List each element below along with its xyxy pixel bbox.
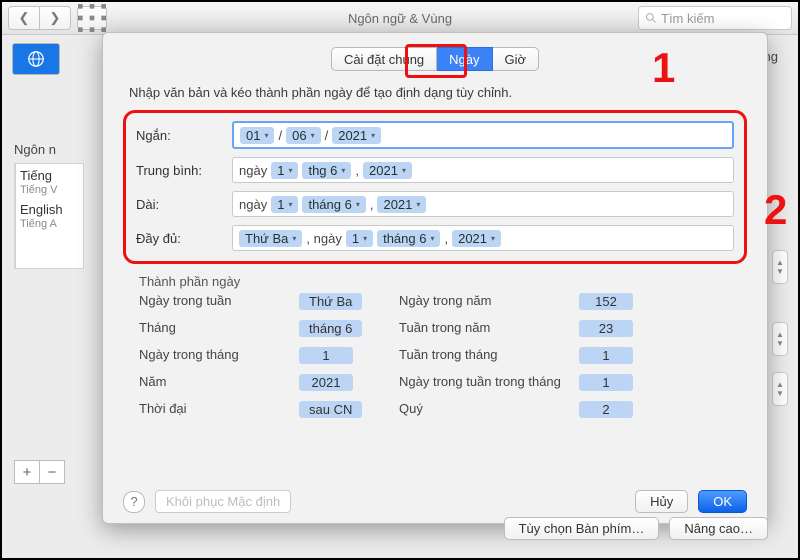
row-label: Ngắn: (136, 128, 222, 143)
format-row-full: Đầy đủ: Thứ Ba▾ , ngày 1▾ tháng 6▾ , 202… (136, 225, 734, 251)
format-rows-highlight: Ngắn: 01▾ / 06▾ / 2021▾ Trung bình: ngày… (123, 110, 747, 264)
component-token[interactable]: 23 (579, 320, 633, 337)
sidebar-title: Ngôn n (14, 142, 84, 157)
component-token[interactable]: 1 (299, 347, 353, 364)
annotation-number: 2 (764, 186, 787, 234)
sheet-footer: ? Khôi phục Mặc định Hủy OK (123, 490, 747, 513)
stepper[interactable]: ▲▼ (772, 250, 788, 284)
add-button[interactable]: + (14, 460, 40, 484)
component-token[interactable]: 1 (579, 374, 633, 391)
components-title: Thành phần ngày (139, 274, 747, 289)
date-token[interactable]: 2021▾ (363, 162, 412, 179)
tab-time[interactable]: Giờ (493, 47, 540, 71)
date-token[interactable]: tháng 6▾ (302, 196, 365, 213)
date-token[interactable]: tháng 6▾ (377, 230, 440, 247)
forward-button[interactable]: ❯ (40, 6, 71, 30)
format-sheet: Cài đặt chung Ngày Giờ Nhập văn bản và k… (102, 32, 768, 524)
list-item-sub: Tiếng A (20, 218, 79, 230)
stepper[interactable]: ▲▼ (772, 322, 788, 356)
date-token[interactable]: 1▾ (271, 162, 298, 179)
sidebar: Ngôn n Tiếng Tiếng V English Tiếng A (14, 142, 84, 269)
date-token[interactable]: 2021▾ (332, 127, 381, 144)
format-field[interactable]: 01▾ / 06▾ / 2021▾ (232, 121, 734, 149)
format-field[interactable]: Thứ Ba▾ , ngày 1▾ tháng 6▾ , 2021▾ (232, 225, 734, 251)
row-label: Dài: (136, 197, 222, 212)
components-grid: Ngày trong tuầnThứ Ba Ngày trong năm152 … (139, 293, 747, 418)
ok-button[interactable]: OK (698, 490, 747, 513)
restore-defaults-button[interactable]: Khôi phục Mặc định (155, 490, 291, 513)
format-row-long: Dài: ngày 1▾ tháng 6▾ , 2021▾ (136, 191, 734, 217)
grid-icon[interactable] (77, 6, 107, 30)
component-token[interactable]: 2021 (299, 374, 353, 391)
remove-button[interactable]: − (40, 460, 65, 484)
date-token[interactable]: 2021▾ (377, 196, 426, 213)
date-token[interactable]: Thứ Ba▾ (239, 230, 302, 247)
window-footer: Tùy chọn Bàn phím… Nâng cao… (102, 517, 768, 540)
component-token[interactable]: Thứ Ba (299, 293, 362, 310)
window-toolbar: ❮ ❯ Ngôn ngữ & Vùng Tìm kiếm (2, 2, 798, 35)
tab-date[interactable]: Ngày (437, 47, 492, 71)
tab-general[interactable]: Cài đặt chung (331, 47, 437, 71)
search-placeholder: Tìm kiếm (661, 11, 714, 26)
component-token[interactable]: tháng 6 (299, 320, 362, 337)
list-item[interactable]: Tiếng (20, 168, 79, 184)
help-button[interactable]: ? (123, 491, 145, 513)
globe-flag-icon (12, 43, 60, 75)
list-edit-buttons: + − (14, 460, 65, 484)
component-token[interactable]: 2 (579, 401, 633, 418)
list-item-sub: Tiếng V (20, 184, 79, 196)
back-button[interactable]: ❮ (8, 6, 40, 30)
date-token[interactable]: 06▾ (286, 127, 320, 144)
component-token[interactable]: sau CN (299, 401, 362, 418)
format-field[interactable]: ngày 1▾ thg 6▾ , 2021▾ (232, 157, 734, 183)
keyboard-options-button[interactable]: Tùy chọn Bàn phím… (504, 517, 660, 540)
format-row-medium: Trung bình: ngày 1▾ thg 6▾ , 2021▾ (136, 157, 734, 183)
annotation-number: 1 (652, 44, 675, 92)
date-token[interactable]: 01▾ (240, 127, 274, 144)
component-token[interactable]: 152 (579, 293, 633, 310)
row-label: Đầy đủ: (136, 231, 222, 246)
search-input[interactable]: Tìm kiếm (638, 6, 792, 30)
advanced-button[interactable]: Nâng cao… (669, 517, 768, 540)
stepper[interactable]: ▲▼ (772, 372, 788, 406)
language-list[interactable]: Tiếng Tiếng V English Tiếng A (14, 163, 84, 269)
search-icon (645, 12, 657, 24)
date-token[interactable]: 1▾ (271, 196, 298, 213)
date-token[interactable]: thg 6▾ (302, 162, 351, 179)
format-field[interactable]: ngày 1▾ tháng 6▾ , 2021▾ (232, 191, 734, 217)
list-item[interactable]: English (20, 202, 79, 218)
row-label: Trung bình: (136, 163, 222, 178)
cancel-button[interactable]: Hủy (635, 490, 688, 513)
nav-group: ❮ ❯ (8, 6, 71, 30)
date-token[interactable]: 1▾ (346, 230, 373, 247)
date-token[interactable]: 2021▾ (452, 230, 501, 247)
format-row-short: Ngắn: 01▾ / 06▾ / 2021▾ (136, 121, 734, 149)
component-token[interactable]: 1 (579, 347, 633, 364)
